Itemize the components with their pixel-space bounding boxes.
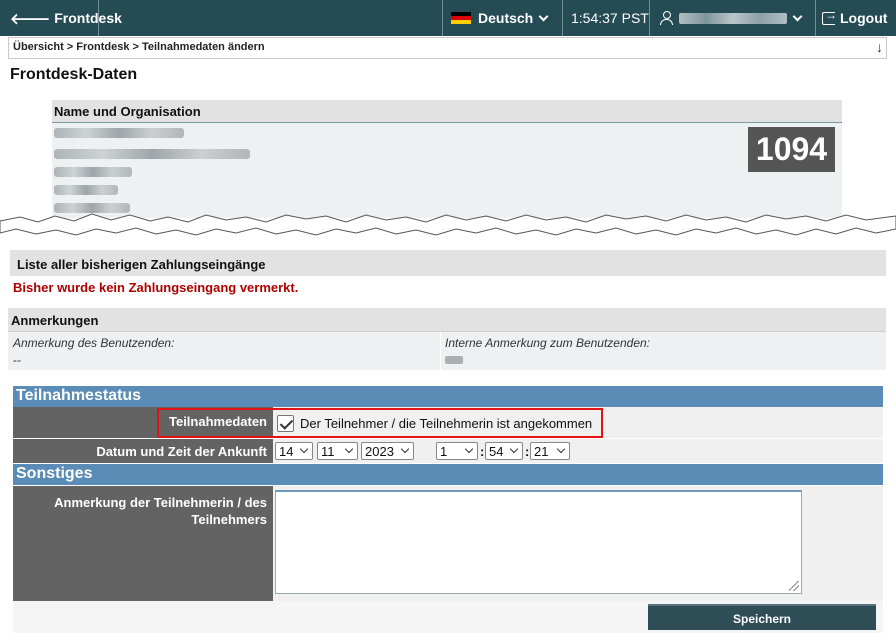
participant-note-textarea[interactable] (275, 490, 802, 594)
language-label: Deutsch (478, 10, 534, 26)
logout-label: Logout (840, 10, 888, 26)
attendance-highlight-box (157, 408, 603, 438)
attendance-status-header: Teilnahmestatus (13, 386, 883, 407)
time-separator: : (525, 444, 530, 459)
chevron-down-icon (538, 11, 549, 21)
logout-button[interactable]: Logout (815, 0, 896, 36)
second-value: 21 (534, 443, 549, 459)
participant-number-badge: 1094 (748, 127, 835, 172)
save-button[interactable]: Speichern (648, 604, 876, 630)
logout-icon (822, 8, 837, 25)
chevron-down-icon (344, 444, 354, 454)
year-select[interactable]: 2023 (361, 442, 414, 460)
hour-select[interactable]: 1 (436, 442, 478, 460)
other-section-header: Sonstiges (13, 464, 883, 485)
arrow-down-icon[interactable]: ↓ (876, 39, 883, 55)
user-menu[interactable] (649, 0, 815, 36)
breadcrumb-path[interactable]: Übersicht > Frontdesk > Teilnahmedaten ä… (13, 41, 265, 53)
internal-remark-label: Interne Anmerkung zum Benutzenden: (445, 336, 651, 350)
back-to-frontdesk-link[interactable]: 🡐 Frontdesk (0, 0, 122, 36)
chevron-down-icon (509, 444, 519, 454)
time-separator: : (480, 444, 485, 459)
page-title: Frontdesk-Daten (10, 66, 138, 83)
torn-edge-divider (0, 213, 896, 236)
arrival-datetime-label: Datum und Zeit der Ankunft (13, 439, 273, 463)
payments-empty-message: Bisher wurde kein Zahlungseingang vermer… (13, 280, 299, 295)
clock-time: 1:54:37 PST (571, 10, 649, 26)
resize-grip-icon[interactable] (789, 581, 799, 591)
arrival-datetime-row: Datum und Zeit der Ankunft 14 11 2023 1 … (13, 439, 883, 463)
internal-remark-value-redacted (445, 356, 463, 364)
chevron-down-icon (792, 11, 803, 21)
name-organisation-header: Name und Organisation (52, 100, 842, 123)
language-selector[interactable]: Deutsch (442, 0, 562, 36)
chevron-down-icon (556, 444, 566, 454)
second-select[interactable]: 21 (530, 442, 570, 460)
redacted-city (54, 185, 118, 195)
remarks-row: Anmerkung des Benutzenden: -- Interne An… (8, 332, 886, 370)
redacted-street (54, 167, 132, 177)
attendance-form: Teilnahmestatus Teilnahmedaten Der Teiln… (13, 386, 883, 619)
chevron-down-icon (464, 444, 474, 454)
chevron-down-icon (400, 444, 410, 454)
user-icon (660, 11, 673, 25)
redacted-organisation (54, 149, 250, 159)
chevron-down-icon (299, 444, 309, 454)
internal-remark: Interne Anmerkung zum Benutzenden: (445, 332, 885, 370)
hour-value: 1 (440, 443, 448, 459)
redacted-name (54, 128, 184, 138)
month-value: 11 (321, 443, 335, 459)
remarks-header: Anmerkungen (8, 308, 886, 332)
day-value: 14 (279, 443, 294, 459)
user-remark-label: Anmerkung des Benutzenden: (13, 336, 175, 350)
minute-value: 54 (489, 443, 504, 459)
minute-select[interactable]: 54 (485, 442, 523, 460)
year-value: 2023 (365, 443, 394, 459)
top-bar: 🡐 Frontdesk Deutsch 1:54:37 PST Logout (0, 0, 896, 36)
month-select[interactable]: 11 (317, 442, 358, 460)
arrival-datetime-content: 14 11 2023 1 : 54 : 21 (273, 439, 883, 463)
user-remark: Anmerkung des Benutzenden: -- (13, 332, 441, 370)
arrow-left-icon: 🡐 (10, 10, 51, 28)
user-name-redacted (679, 12, 787, 24)
user-remark-value: -- (13, 353, 21, 367)
clock: 1:54:37 PST (562, 0, 649, 36)
payments-header: Liste aller bisherigen Zahlungseingänge (10, 250, 886, 276)
breadcrumb: Übersicht > Frontdesk > Teilnahmedaten ä… (8, 37, 887, 59)
day-select[interactable]: 14 (275, 442, 313, 460)
name-organisation-panel: Name und Organisation 1094 (52, 100, 842, 218)
note-label: Anmerkung der Teilnehmerin / des Teilneh… (13, 486, 273, 619)
german-flag-icon (451, 11, 471, 25)
topbar-spacer (98, 0, 442, 36)
save-row: Speichern (13, 601, 883, 633)
